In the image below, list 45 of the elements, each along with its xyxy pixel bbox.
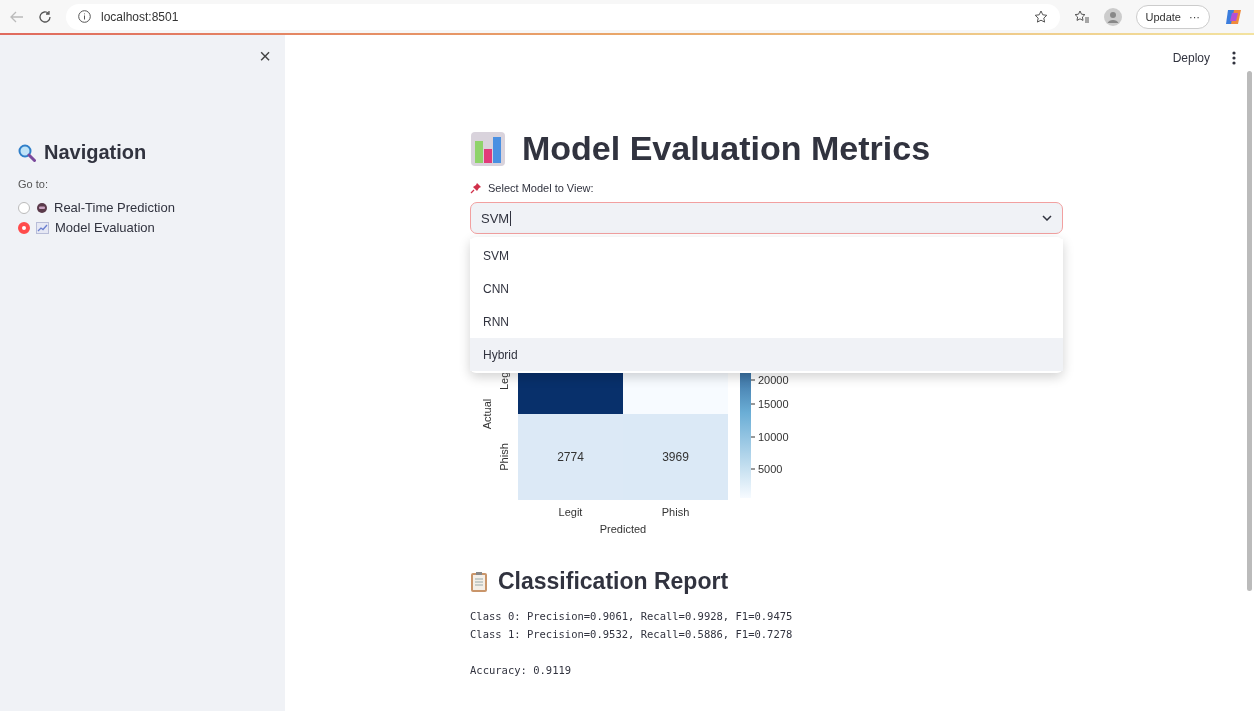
page-title: Model Evaluation Metrics <box>522 129 931 168</box>
select-label: Select Model to View: <box>488 182 594 194</box>
star-icon[interactable] <box>1033 9 1048 24</box>
x-axis-label: Predicted <box>599 523 647 535</box>
dropdown-option[interactable]: Hybrid <box>470 338 1063 371</box>
y-tick-label: Phish <box>498 443 510 471</box>
radio-label: Go to: <box>18 178 49 190</box>
section-title: Classification Report <box>498 568 729 595</box>
address-bar[interactable]: localhost:8501 <box>101 9 179 24</box>
colorbar-tick: 5000 <box>758 463 783 475</box>
close-sidebar-button[interactable]: × <box>259 45 271 67</box>
cell-value: 2774 <box>557 450 584 464</box>
report-line: Class 1: Precision=0.9532, Recall=0.5886, F1=0.7278 <box>470 627 794 642</box>
clipboard-icon <box>470 570 488 593</box>
model-select[interactable]: SVM <box>470 202 1063 234</box>
pin-icon <box>470 182 482 194</box>
cell-value: 3969 <box>662 450 689 464</box>
radio-option[interactable]: Model Evaluation <box>55 220 155 235</box>
dropdown-option[interactable]: RNN <box>470 305 1063 338</box>
colorbar-tick: 10000 <box>758 431 789 443</box>
colorbar-tick: 20000 <box>758 374 789 386</box>
x-tick-label: Legit <box>558 506 583 518</box>
sidebar-title: Navigation <box>44 141 147 164</box>
radio-button[interactable] <box>18 201 30 214</box>
dropdown-option[interactable]: CNN <box>470 272 1063 305</box>
info-icon[interactable] <box>78 10 91 23</box>
colorbar-tick: 15000 <box>758 398 789 410</box>
report-line: Class 0: Precision=0.9061, Recall=0.9928, F1=0.9475 <box>470 609 794 624</box>
accuracy-text: Accuracy: 0.9119 <box>470 663 573 678</box>
favorites-icon[interactable] <box>1073 9 1090 24</box>
reload-icon[interactable] <box>38 9 52 24</box>
y-axis-label: Actual <box>481 398 493 430</box>
deploy-button[interactable]: Deploy <box>1172 51 1210 65</box>
magnifier-icon <box>18 143 36 162</box>
more-icon[interactable] <box>1232 51 1236 65</box>
scrollbar[interactable] <box>1247 71 1252 591</box>
chart-icon <box>36 221 49 234</box>
dropdown-option[interactable]: SVM <box>470 239 1063 272</box>
update-button[interactable]: Update ··· <box>1135 4 1210 29</box>
radio-option[interactable]: Real-Time Prediction <box>54 200 175 215</box>
y-tick-label: Leg <box>498 371 510 390</box>
radio-button[interactable] <box>18 221 30 234</box>
profile-avatar[interactable] <box>1103 7 1122 26</box>
bar-chart-icon <box>470 130 506 167</box>
x-tick-label: Phish <box>661 506 690 518</box>
